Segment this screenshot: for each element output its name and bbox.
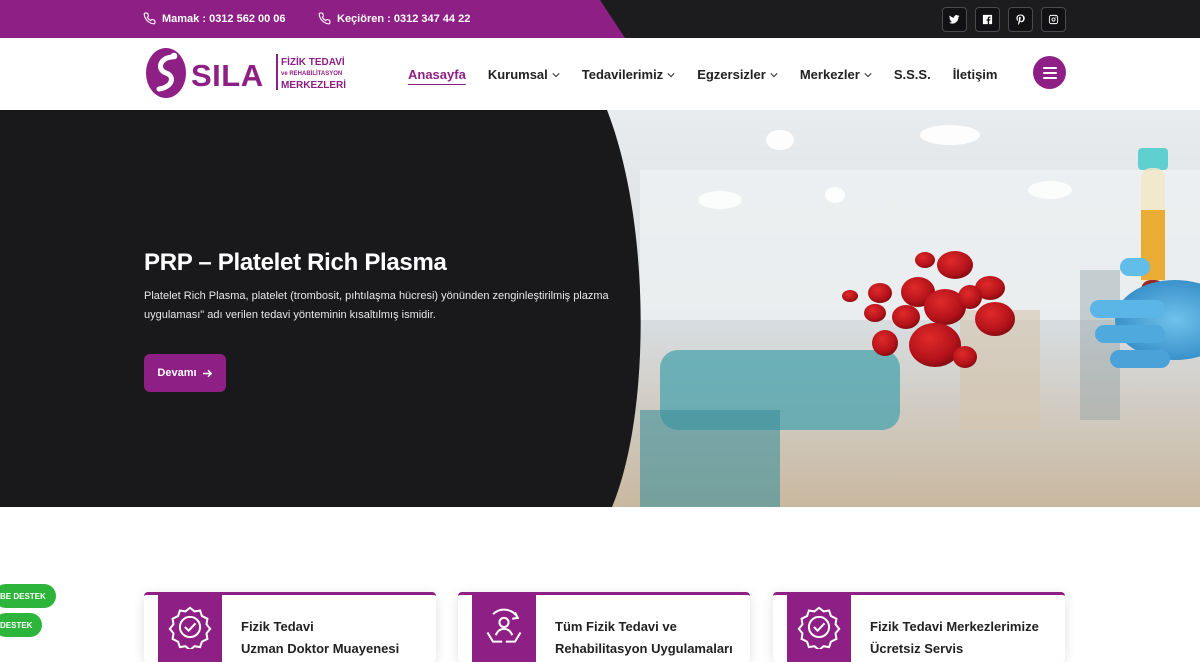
chevron-down-icon xyxy=(552,72,560,77)
care-hands-icon xyxy=(486,608,522,643)
instagram-link[interactable] xyxy=(1041,7,1066,32)
menu-label: Anasayfa xyxy=(408,67,466,82)
card-title-line: Rehabilitasyon Uygulamaları xyxy=(555,641,733,656)
twitter-icon xyxy=(949,15,960,24)
menu-item-iletisim[interactable]: İletişim xyxy=(953,67,998,82)
card-icon-box xyxy=(158,595,222,662)
contact-mamak-text: Mamak : 0312 562 00 06 xyxy=(162,12,286,25)
card-title: Fizik Tedavi Merkezlerimize Ücretsiz Ser… xyxy=(870,616,1060,660)
card-title-line: Tüm Fizik Tedavi ve xyxy=(555,619,677,634)
hero-more-button[interactable]: Devamı xyxy=(144,354,226,392)
twitter-link[interactable] xyxy=(942,7,967,32)
pinterest-link[interactable] xyxy=(1008,7,1033,32)
contact-kecioren[interactable]: Keçiören : 0312 347 44 22 xyxy=(318,12,470,25)
menu-icon xyxy=(1042,66,1057,69)
menu-icon xyxy=(1042,71,1057,74)
menu-label: S.S.S. xyxy=(893,67,931,82)
contact-mamak[interactable]: Mamak : 0312 562 00 06 xyxy=(143,12,286,25)
social-links xyxy=(942,7,1066,32)
menu-label: Egzersizler xyxy=(697,67,766,82)
menu-item-tedavilerimiz[interactable]: Tedavilerimiz xyxy=(582,67,675,82)
main-navbar: SILA FİZİK TEDAVİ ve REHABİLİTASYON MERK… xyxy=(0,38,1200,110)
card-title-line: Uzman Doktor Muayenesi xyxy=(241,641,400,656)
feature-cards: Fizik Tedavi Uzman Doktor Muayenesi Tüm … xyxy=(0,590,1200,662)
logo-line-3: MERKEZLERİ xyxy=(281,78,346,91)
menu-label: Merkezler xyxy=(799,67,860,82)
contact-kecioren-text: Keçiören : 0312 347 44 22 xyxy=(337,12,471,25)
site-logo[interactable]: SILA FİZİK TEDAVİ ve REHABİLİTASYON MERK… xyxy=(146,45,362,101)
card-title-line: Fizik Tedavi Merkezlerimize xyxy=(870,619,1039,634)
menu-icon xyxy=(1042,76,1057,79)
phone-icon xyxy=(143,12,156,25)
instagram-icon xyxy=(1048,14,1059,25)
hero-more-label: Devamı xyxy=(157,367,197,379)
hero-slider: PRP – Platelet Rich Plasma Platelet Rich… xyxy=(0,110,1200,507)
card-title: Fizik Tedavi Uzman Doktor Muayenesi xyxy=(241,616,431,660)
menu-item-merkezler[interactable]: Merkezler xyxy=(800,67,872,82)
menu-label: Tedavilerimiz xyxy=(581,67,664,82)
chevron-down-icon xyxy=(770,72,778,77)
feature-card-service[interactable]: Fizik Tedavi Merkezlerimize Ücretsiz Ser… xyxy=(773,592,1065,662)
menu-item-egzersizler[interactable]: Egzersizler xyxy=(697,67,778,82)
hero-description: Platelet Rich Plasma, platelet (trombosi… xyxy=(144,290,609,321)
support-label: BE DESTEK xyxy=(0,591,46,601)
logo-line-2: ve REHABİLİTASYON xyxy=(281,70,342,77)
card-title-line: Ücretsiz Servis xyxy=(870,641,964,656)
chevron-down-icon xyxy=(667,72,675,77)
facebook-link[interactable] xyxy=(975,7,1000,32)
chevron-down-icon xyxy=(864,72,872,77)
menu-label: İletişim xyxy=(952,67,998,82)
menu-label: Kurumsal xyxy=(487,67,548,82)
logo-line-1: FİZİK TEDAVİ xyxy=(281,55,345,68)
hero-title: PRP – Platelet Rich Plasma xyxy=(144,249,447,276)
pinterest-icon xyxy=(1016,14,1025,25)
feature-card-rehab[interactable]: Tüm Fizik Tedavi ve Rehabilitasyon Uygul… xyxy=(458,592,750,662)
menu-item-sss[interactable]: S.S.S. xyxy=(894,67,931,82)
menu-item-kurumsal[interactable]: Kurumsal xyxy=(488,67,560,82)
verified-badge-icon xyxy=(797,606,841,649)
verified-badge-icon xyxy=(168,606,212,649)
top-bar: Mamak : 0312 562 00 06 Keçiören : 0312 3… xyxy=(0,0,1200,38)
phone-icon xyxy=(318,12,331,25)
card-title: Tüm Fizik Tedavi ve Rehabilitasyon Uygul… xyxy=(555,616,745,660)
support-label: DESTEK xyxy=(0,620,33,630)
topbar-contact-band xyxy=(0,0,625,38)
svg-text:SILA: SILA xyxy=(191,58,264,93)
arrow-right-icon xyxy=(202,369,212,377)
card-icon-box xyxy=(472,595,536,662)
hamburger-menu-button[interactable] xyxy=(1033,56,1066,89)
menu-item-anasayfa[interactable]: Anasayfa xyxy=(408,67,466,82)
main-menu: Anasayfa Kurumsal Tedavilerimiz Egzersiz… xyxy=(408,67,997,82)
feature-card-doctor[interactable]: Fizik Tedavi Uzman Doktor Muayenesi xyxy=(144,592,436,662)
card-icon-box xyxy=(787,595,851,662)
support-button-1[interactable]: BE DESTEK xyxy=(0,584,56,608)
card-title-line: Fizik Tedavi xyxy=(241,619,314,634)
support-button-2[interactable]: DESTEK xyxy=(0,613,43,637)
facebook-icon xyxy=(982,14,993,25)
